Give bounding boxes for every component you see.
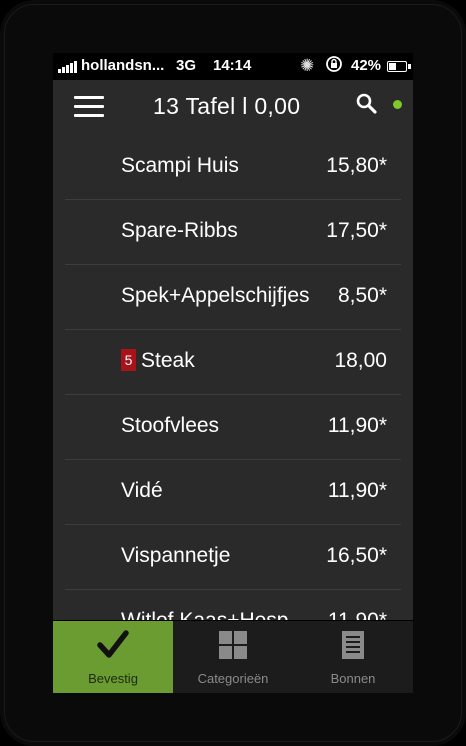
item-name-text: Witlof Kaas+Hesp bbox=[121, 609, 289, 620]
battery-icon bbox=[387, 61, 411, 72]
item-name-text: Steak bbox=[141, 349, 195, 372]
menu-icon[interactable] bbox=[74, 96, 104, 118]
page-title: 13 Tafel l 0,00 bbox=[153, 93, 301, 119]
receipt-icon bbox=[342, 631, 364, 659]
list-item[interactable]: 5 Steak 18,00 bbox=[65, 329, 401, 395]
list-item[interactable]: Witlof Kaas+Hesp 11,90* bbox=[65, 589, 401, 620]
item-price: 17,50* bbox=[326, 219, 387, 242]
tab-categorieen[interactable]: Categorieën bbox=[173, 621, 293, 693]
connection-status-indicator bbox=[393, 100, 402, 109]
rotation-lock-icon bbox=[325, 55, 343, 78]
list-item[interactable]: Spare-Ribbs 17,50* bbox=[65, 199, 401, 265]
network-type: 3G bbox=[176, 57, 197, 74]
item-name: Witlof Kaas+Hesp bbox=[121, 609, 289, 620]
item-name-text: Scampi Huis bbox=[121, 154, 239, 177]
item-name-text: Vispannetje bbox=[121, 544, 231, 567]
bottom-tab-bar: Bevestig Categorieën Bonnen bbox=[53, 620, 413, 693]
item-price: 16,50* bbox=[326, 544, 387, 567]
activity-spinner-icon: ✺ bbox=[300, 56, 315, 75]
app-screen: hollandsn... 3G 14:14 ✺ 42% 13 Tafel l 0… bbox=[53, 53, 413, 693]
item-price: 15,80* bbox=[326, 154, 387, 177]
item-name: Stoofvlees bbox=[121, 414, 219, 438]
carrier-name: hollandsn... bbox=[81, 57, 165, 74]
item-price: 11,90* bbox=[327, 414, 387, 437]
search-icon[interactable] bbox=[355, 93, 379, 117]
list-item[interactable]: Vispannetje 16,50* bbox=[65, 524, 401, 590]
item-name-text: Vidé bbox=[121, 479, 163, 502]
item-price: 11,90* bbox=[328, 609, 387, 620]
app-header: 13 Tafel l 0,00 bbox=[53, 80, 413, 134]
grid-icon bbox=[219, 631, 247, 659]
item-price: 18,00 bbox=[334, 349, 387, 372]
item-name-text: Spare-Ribbs bbox=[121, 219, 238, 242]
item-name: Vidé bbox=[121, 479, 163, 503]
clock: 14:14 bbox=[213, 57, 252, 74]
menu-item-list[interactable]: Scampi Huis 15,80* Spare-Ribbs 17,50* Spek+A… bbox=[65, 134, 401, 620]
item-name-text: Spek+Appelschijfjes bbox=[121, 284, 310, 307]
item-name-text: Stoofvlees bbox=[121, 414, 220, 437]
device-frame: hollandsn... 3G 14:14 ✺ 42% 13 Tafel l 0… bbox=[0, 0, 466, 746]
item-name: Scampi Huis bbox=[121, 154, 239, 178]
item-price: 8,50* bbox=[337, 284, 387, 307]
item-name: 5 Steak bbox=[121, 349, 195, 373]
tab-label: Categorieën bbox=[197, 671, 269, 686]
item-name: Vispannetje bbox=[121, 544, 230, 568]
checkmark-icon bbox=[97, 630, 129, 658]
tab-label: Bonnen bbox=[330, 671, 376, 686]
item-name: Spek+Appelschijfjes bbox=[121, 284, 310, 308]
signal-icon bbox=[58, 61, 77, 73]
tab-bonnen[interactable]: Bonnen bbox=[293, 621, 413, 693]
item-name: Spare-Ribbs bbox=[121, 219, 238, 243]
list-item[interactable]: Vidé 11,90* bbox=[65, 459, 401, 525]
quantity-badge: 5 bbox=[121, 349, 136, 371]
tab-label: Bevestig bbox=[88, 671, 138, 686]
battery-percent: 42% bbox=[351, 57, 382, 74]
tab-bevestig[interactable]: Bevestig bbox=[53, 621, 173, 693]
list-item[interactable]: Stoofvlees 11,90* bbox=[65, 394, 401, 460]
list-item[interactable]: Spek+Appelschijfjes 8,50* bbox=[65, 264, 401, 330]
status-bar: hollandsn... 3G 14:14 ✺ 42% bbox=[53, 53, 413, 80]
item-price: 11,90* bbox=[327, 479, 387, 502]
list-item[interactable]: Scampi Huis 15,80* bbox=[65, 134, 401, 200]
